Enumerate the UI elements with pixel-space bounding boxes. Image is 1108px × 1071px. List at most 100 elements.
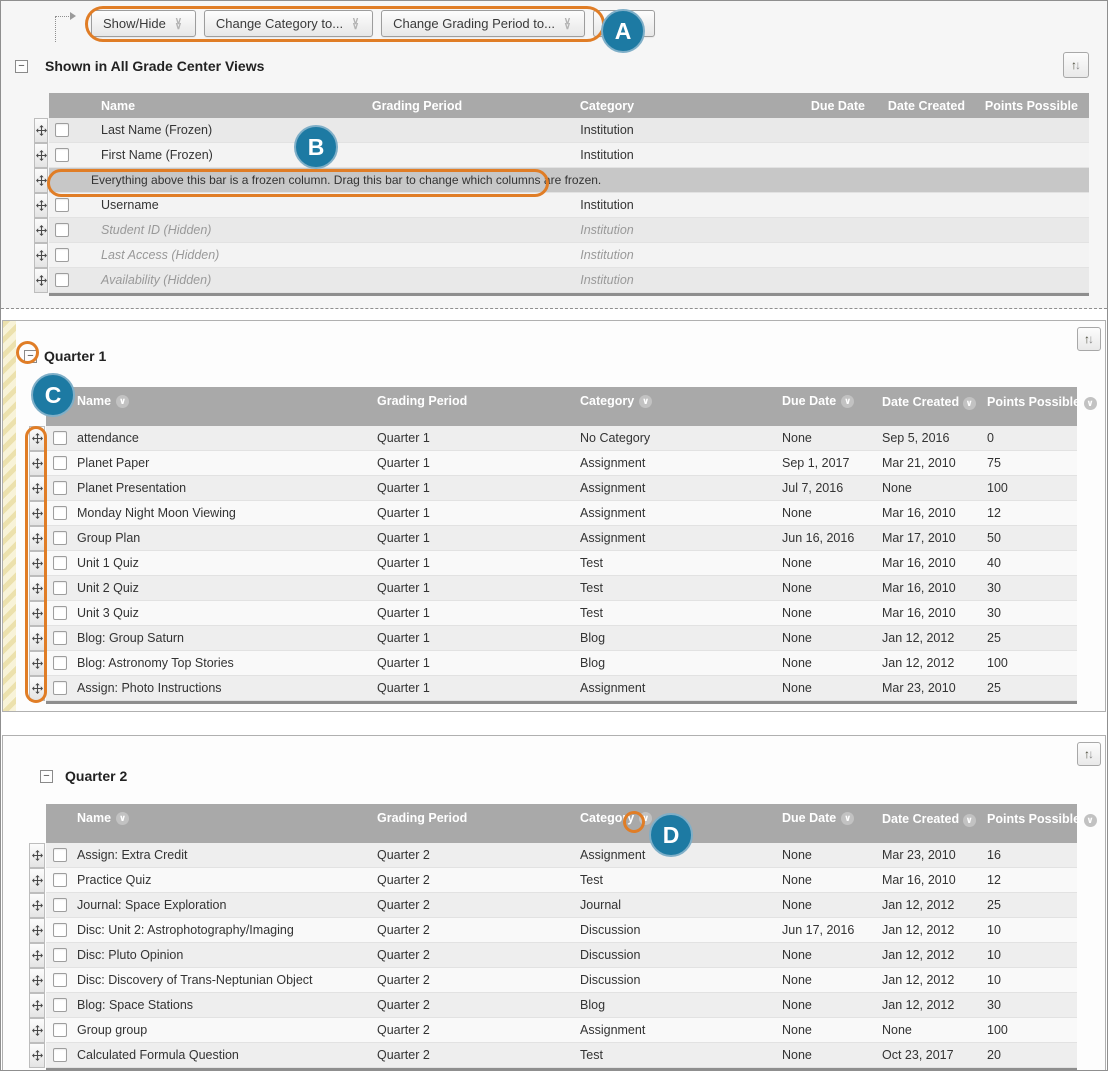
frozen-bar-text: Everything above this bar is a frozen co…	[49, 173, 601, 187]
move-handle-icon[interactable]	[29, 451, 45, 476]
table-row: Planet Paper Quarter 1 Assignment Sep 1,…	[29, 451, 1077, 476]
sort-chevron-icon[interactable]	[841, 812, 854, 825]
column-header-label: Category	[580, 99, 634, 113]
table-row: Group Plan Quarter 1 Assignment Jun 16, …	[29, 526, 1077, 551]
move-handle-icon[interactable]	[34, 143, 48, 168]
cell-category: Institution	[509, 273, 709, 287]
table-row: Blog: Space Stations Quarter 2 Blog None…	[29, 993, 1077, 1018]
collapse-toggle-icon[interactable]	[40, 770, 53, 783]
row-checkbox[interactable]	[46, 631, 77, 645]
move-handle-icon[interactable]	[29, 968, 45, 993]
move-handle-icon[interactable]	[29, 601, 45, 626]
move-handle-icon[interactable]	[34, 218, 48, 243]
move-icon	[32, 975, 43, 986]
column-header[interactable]: Due Date	[782, 811, 882, 825]
column-header: Points Possible	[969, 99, 1084, 113]
move-handle-icon[interactable]	[34, 268, 48, 293]
move-icon	[36, 225, 47, 236]
move-handle-icon[interactable]	[29, 993, 45, 1018]
column-header[interactable]: Category	[580, 394, 782, 408]
row-checkbox[interactable]	[46, 1023, 77, 1037]
column-header[interactable]: Name	[46, 394, 377, 408]
row-checkbox[interactable]	[46, 923, 77, 937]
row-checkbox[interactable]	[46, 556, 77, 570]
move-handle-icon[interactable]	[34, 168, 48, 193]
move-handle-icon[interactable]	[29, 676, 45, 701]
move-handle-icon[interactable]	[29, 893, 45, 918]
sort-chevron-icon[interactable]	[963, 397, 976, 410]
row-checkbox[interactable]	[46, 581, 77, 595]
row-checkbox[interactable]	[46, 506, 77, 520]
row-checkbox[interactable]	[46, 848, 77, 862]
keyboard-reorder-button[interactable]: ↑↓	[1063, 52, 1089, 78]
column-header[interactable]: Date Created	[882, 811, 987, 827]
collapse-toggle-icon[interactable]	[24, 350, 37, 363]
row-checkbox[interactable]	[46, 998, 77, 1012]
row-checkbox[interactable]	[49, 223, 79, 237]
cell-points-possible: 100	[987, 1023, 1076, 1037]
move-handle-icon[interactable]	[29, 426, 45, 451]
collapse-toggle-icon[interactable]	[15, 60, 28, 73]
move-handle-icon[interactable]	[29, 551, 45, 576]
show-hide-button[interactable]: Show/Hide	[91, 10, 196, 37]
column-header[interactable]: Category	[580, 811, 782, 825]
column-header[interactable]: Points Possible	[987, 811, 1076, 827]
column-header[interactable]: Date Created	[882, 394, 987, 410]
move-handle-icon[interactable]	[29, 1018, 45, 1043]
row-checkbox[interactable]	[46, 656, 77, 670]
row-checkbox[interactable]	[49, 198, 79, 212]
move-handle-icon[interactable]	[29, 1043, 45, 1068]
row-checkbox[interactable]	[46, 606, 77, 620]
row-checkbox[interactable]	[46, 531, 77, 545]
move-handle-icon[interactable]	[29, 651, 45, 676]
cell-grading-period: Quarter 2	[377, 1023, 580, 1037]
row-checkbox[interactable]	[49, 123, 79, 137]
row-checkbox[interactable]	[46, 1048, 77, 1062]
row-checkbox[interactable]	[46, 681, 77, 695]
move-handle-icon[interactable]	[34, 243, 48, 268]
sort-chevron-icon[interactable]	[1084, 814, 1097, 827]
move-handle-icon[interactable]	[34, 118, 48, 143]
change-category-button[interactable]: Change Category to...	[204, 10, 373, 37]
delete-button[interactable]: Delete	[593, 10, 655, 37]
row-checkbox[interactable]	[46, 456, 77, 470]
cell-due-date: None	[782, 581, 882, 595]
row-checkbox[interactable]	[46, 948, 77, 962]
sort-chevron-icon[interactable]	[639, 812, 652, 825]
keyboard-reorder-button[interactable]: ↑↓	[1077, 327, 1101, 351]
move-handle-icon[interactable]	[29, 918, 45, 943]
move-handle-icon[interactable]	[29, 501, 45, 526]
row-checkbox[interactable]	[46, 898, 77, 912]
keyboard-reorder-button[interactable]: ↑↓	[1077, 742, 1101, 766]
column-header-label: Name	[77, 394, 111, 408]
sort-chevron-icon[interactable]	[841, 395, 854, 408]
sort-chevron-icon[interactable]	[963, 814, 976, 827]
row-checkbox[interactable]	[46, 873, 77, 887]
column-header[interactable]: Due Date	[782, 394, 882, 408]
row-checkbox[interactable]	[49, 273, 79, 287]
cell-grading-period: Quarter 1	[377, 581, 580, 595]
row-checkbox[interactable]	[46, 481, 77, 495]
sort-chevron-icon[interactable]	[116, 812, 129, 825]
move-handle-icon[interactable]	[29, 943, 45, 968]
move-handle-icon[interactable]	[29, 476, 45, 501]
sort-chevron-icon[interactable]	[116, 395, 129, 408]
move-handle-icon[interactable]	[29, 868, 45, 893]
move-handle-icon[interactable]	[29, 576, 45, 601]
row-checkbox[interactable]	[46, 431, 77, 445]
move-handle-icon[interactable]	[29, 626, 45, 651]
sort-chevron-icon[interactable]	[1084, 397, 1097, 410]
frozen-divider-bar[interactable]: Everything above this bar is a frozen co…	[49, 168, 1089, 193]
change-grading-period-button[interactable]: Change Grading Period to...	[381, 10, 585, 37]
row-checkbox[interactable]	[49, 248, 79, 262]
move-handle-icon[interactable]	[34, 193, 48, 218]
column-header[interactable]: Points Possible	[987, 394, 1076, 410]
column-header[interactable]: Name	[46, 811, 377, 825]
move-handle-icon[interactable]	[29, 526, 45, 551]
button-label: Change Grading Period to...	[393, 16, 555, 31]
row-checkbox[interactable]	[49, 148, 79, 162]
sort-chevron-icon[interactable]	[639, 395, 652, 408]
row-checkbox[interactable]	[46, 973, 77, 987]
cell-category: No Category	[580, 431, 782, 445]
move-handle-icon[interactable]	[29, 843, 45, 868]
